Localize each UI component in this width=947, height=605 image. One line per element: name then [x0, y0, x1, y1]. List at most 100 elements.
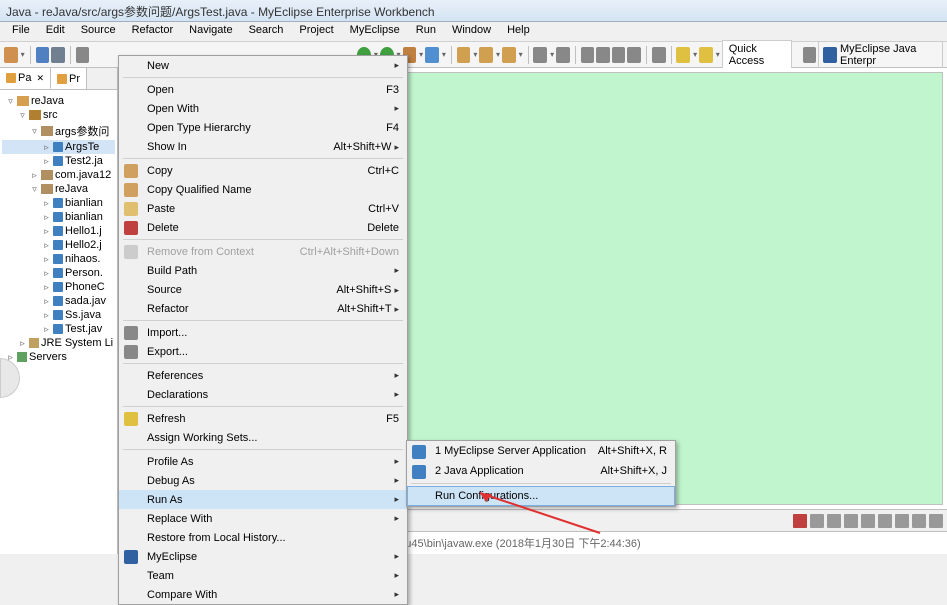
menu-team[interactable]: Team▸: [119, 566, 407, 585]
toolbar-icon[interactable]: [652, 47, 666, 63]
tree-file[interactable]: Hello1.j: [65, 225, 102, 237]
menu-debugas[interactable]: Debug As▸: [119, 471, 407, 490]
console-icon[interactable]: [844, 514, 858, 528]
menu-edit[interactable]: Edit: [38, 22, 73, 41]
menu-navigate[interactable]: Navigate: [181, 22, 240, 41]
menu-open[interactable]: OpenF3: [119, 80, 407, 99]
window-title: Java - reJava/src/args参数问题/ArgsTest.java…: [0, 0, 947, 22]
toolbar-icon[interactable]: [502, 47, 516, 63]
menu-openwith[interactable]: Open With▸: [119, 99, 407, 118]
menu-help[interactable]: Help: [499, 22, 538, 41]
tree-package[interactable]: com.java12: [55, 169, 111, 181]
toolbar-icon[interactable]: [596, 47, 610, 63]
toolbar-icon[interactable]: [533, 47, 547, 63]
console-icon[interactable]: [895, 514, 909, 528]
menu-references[interactable]: References▸: [119, 366, 407, 385]
tree-file[interactable]: ArgsTe: [65, 141, 99, 153]
menu-refactor[interactable]: Refactor: [124, 22, 182, 41]
submenu-server-app[interactable]: 1 MyEclipse Server ApplicationAlt+Shift+…: [407, 441, 675, 461]
delete-icon: [124, 221, 138, 235]
menu-comparewith[interactable]: Compare With▸: [119, 585, 407, 604]
tree-file[interactable]: bianlian: [65, 211, 103, 223]
menu-buildpath[interactable]: Build Path▸: [119, 261, 407, 280]
toolbar-icon[interactable]: [581, 47, 595, 63]
java-app-icon: [412, 465, 426, 479]
menu-delete[interactable]: DeleteDelete: [119, 218, 407, 237]
quick-access[interactable]: Quick Access: [722, 40, 792, 70]
perspective-switch-icon[interactable]: [803, 47, 817, 63]
saveall-icon[interactable]: [51, 47, 65, 63]
toolbar-icon[interactable]: [425, 47, 439, 63]
save-icon[interactable]: [36, 47, 50, 63]
menu-runas[interactable]: Run As▸: [119, 490, 407, 509]
menu-file[interactable]: File: [4, 22, 38, 41]
menu-showin[interactable]: Show InAlt+Shift+W ▸: [119, 137, 407, 156]
menu-opentypehierarchy[interactable]: Open Type HierarchyF4: [119, 118, 407, 137]
tree-file[interactable]: nihaos.: [65, 253, 100, 265]
menu-export[interactable]: Export...: [119, 342, 407, 361]
menu-myeclipse[interactable]: MyEclipse▸: [119, 547, 407, 566]
java-icon: [53, 254, 63, 264]
tree-file[interactable]: PhoneC: [65, 281, 105, 293]
tree-file[interactable]: Person.: [65, 267, 103, 279]
menu-refresh[interactable]: RefreshF5: [119, 409, 407, 428]
copy-icon: [124, 164, 138, 178]
console-icon[interactable]: [878, 514, 892, 528]
perspective-label: MyEclipse Java Enterpr: [840, 43, 938, 67]
menu-assignworkingsets[interactable]: Assign Working Sets...: [119, 428, 407, 447]
console-icon[interactable]: [929, 514, 943, 528]
menu-run[interactable]: Run: [408, 22, 444, 41]
tree-file[interactable]: Test2.ja: [65, 155, 103, 167]
tree-src[interactable]: src: [43, 109, 58, 121]
menu-paste[interactable]: PasteCtrl+V: [119, 199, 407, 218]
console-icon[interactable]: [861, 514, 875, 528]
new-icon[interactable]: [4, 47, 18, 63]
submenu-java-app[interactable]: 2 Java ApplicationAlt+Shift+X, J: [407, 461, 675, 481]
menu-refactor[interactable]: RefactorAlt+Shift+T ▸: [119, 299, 407, 318]
tree-project[interactable]: reJava: [31, 95, 64, 107]
menu-source[interactable]: Source: [73, 22, 124, 41]
java-icon: [53, 296, 63, 306]
toolbar-icon[interactable]: [76, 47, 90, 63]
menu-search[interactable]: Search: [241, 22, 292, 41]
menu-profileas[interactable]: Profile As▸: [119, 452, 407, 471]
menu-declarations[interactable]: Declarations▸: [119, 385, 407, 404]
tree-file[interactable]: Hello2.j: [65, 239, 102, 251]
menu-copyqn[interactable]: Copy Qualified Name: [119, 180, 407, 199]
tree-file[interactable]: sada.jav: [65, 295, 106, 307]
toolbar-icon[interactable]: [612, 47, 626, 63]
toolbar-icon[interactable]: [457, 47, 471, 63]
project-icon: [57, 74, 67, 84]
terminate-icon[interactable]: [793, 514, 807, 528]
menu-restorelocalhistory[interactable]: Restore from Local History...: [119, 528, 407, 547]
tree-package[interactable]: args参数问: [55, 123, 109, 139]
tab-project[interactable]: Pr: [51, 68, 87, 89]
back-icon[interactable]: [676, 47, 690, 63]
tree-file[interactable]: Ss.java: [65, 309, 101, 321]
forward-icon[interactable]: [699, 47, 713, 63]
tree-servers[interactable]: Servers: [29, 351, 67, 363]
toolbar-icon[interactable]: [479, 47, 493, 63]
tree-file[interactable]: bianlian: [65, 197, 103, 209]
menu-project[interactable]: Project: [291, 22, 341, 41]
tree-file[interactable]: Test.jav: [65, 323, 102, 335]
menu-replacewith[interactable]: Replace With▸: [119, 509, 407, 528]
menu-copy[interactable]: CopyCtrl+C: [119, 161, 407, 180]
perspective-button[interactable]: MyEclipse Java Enterpr: [818, 41, 943, 69]
toolbar-icon[interactable]: [556, 47, 570, 63]
tree-package[interactable]: reJava: [55, 183, 88, 195]
console-icon[interactable]: [912, 514, 926, 528]
java-icon: [53, 310, 63, 320]
tree-library[interactable]: JRE System Li: [41, 337, 113, 349]
import-icon: [124, 326, 138, 340]
menu-new[interactable]: New▸: [119, 56, 407, 75]
menu-myeclipse[interactable]: MyEclipse: [342, 22, 408, 41]
menu-window[interactable]: Window: [444, 22, 499, 41]
library-icon: [29, 338, 39, 348]
menu-import[interactable]: Import...: [119, 323, 407, 342]
toolbar-icon[interactable]: [627, 47, 641, 63]
console-icon[interactable]: [810, 514, 824, 528]
tab-package[interactable]: Pa✕: [0, 68, 51, 89]
console-icon[interactable]: [827, 514, 841, 528]
menu-source[interactable]: SourceAlt+Shift+S ▸: [119, 280, 407, 299]
